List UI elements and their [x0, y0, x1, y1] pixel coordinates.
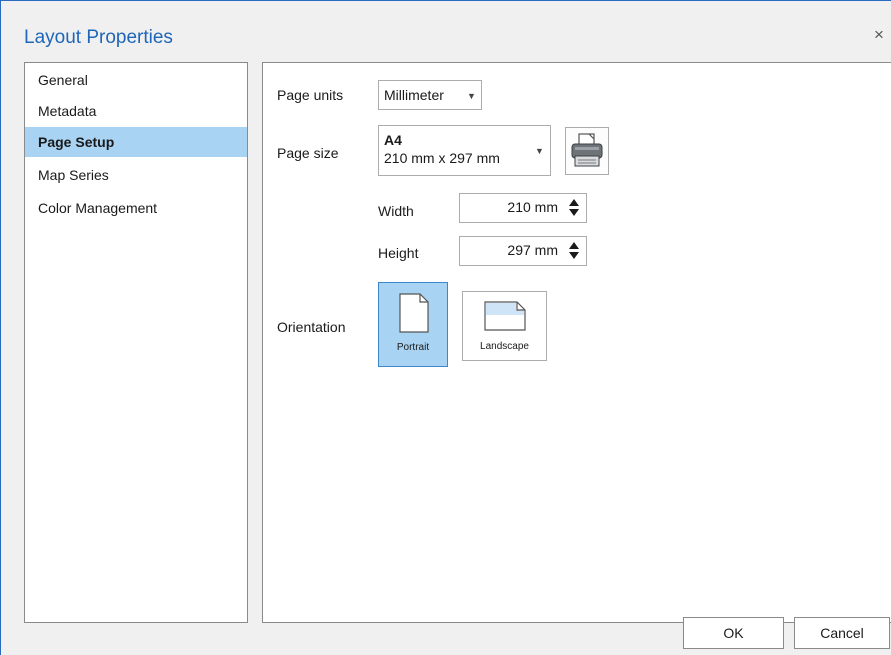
nav-item-page-setup[interactable]: Page Setup: [25, 127, 247, 157]
printer-icon: [571, 133, 603, 167]
height-value: 297 mm: [507, 242, 558, 258]
close-icon[interactable]: ×: [869, 25, 889, 45]
landscape-page-icon: [484, 301, 526, 331]
page-size-dims: 210 mm x 297 mm: [384, 150, 500, 166]
title-bar: Layout Properties ×: [1, 1, 891, 59]
dialog-title: Layout Properties: [24, 27, 173, 48]
page-size-name: A4: [384, 132, 402, 148]
landscape-caption: Landscape: [480, 341, 529, 352]
spinner-arrows-icon[interactable]: [568, 240, 580, 262]
chevron-down-icon: ▼: [535, 146, 544, 156]
nav-item-color-management[interactable]: Color Management: [25, 193, 247, 223]
height-label: Height: [378, 245, 419, 261]
page-size-label: Page size: [277, 145, 339, 161]
chevron-down-icon: ▼: [467, 91, 476, 101]
landscape-button[interactable]: Landscape: [462, 291, 547, 361]
page-units-dropdown[interactable]: Millimeter ▼: [378, 80, 482, 110]
ok-button[interactable]: OK: [683, 617, 784, 649]
width-label: Width: [378, 203, 414, 219]
spinner-arrows-icon[interactable]: [568, 197, 580, 219]
width-spinner[interactable]: 210 mm: [459, 193, 587, 223]
nav-item-metadata[interactable]: Metadata: [25, 96, 247, 126]
printer-page-setup-button[interactable]: [565, 127, 609, 175]
layout-properties-dialog: Layout Properties × General Metadata Pag…: [0, 0, 891, 655]
height-spinner[interactable]: 297 mm: [459, 236, 587, 266]
cancel-button[interactable]: Cancel: [794, 617, 890, 649]
nav-list: General Metadata Page Setup Map Series C…: [24, 62, 248, 623]
page-units-label: Page units: [277, 87, 344, 103]
orientation-label: Orientation: [277, 319, 346, 335]
portrait-page-icon: [399, 293, 429, 333]
nav-item-general[interactable]: General: [25, 65, 247, 95]
page-setup-panel: Page units Millimeter ▼ Page size A4 210…: [262, 62, 891, 623]
portrait-button[interactable]: Portrait: [378, 282, 448, 367]
page-units-value: Millimeter: [384, 87, 444, 103]
nav-item-map-series[interactable]: Map Series: [25, 160, 247, 190]
portrait-caption: Portrait: [396, 342, 430, 353]
page-size-dropdown[interactable]: A4 210 mm x 297 mm ▼: [378, 125, 551, 176]
width-value: 210 mm: [507, 199, 558, 215]
